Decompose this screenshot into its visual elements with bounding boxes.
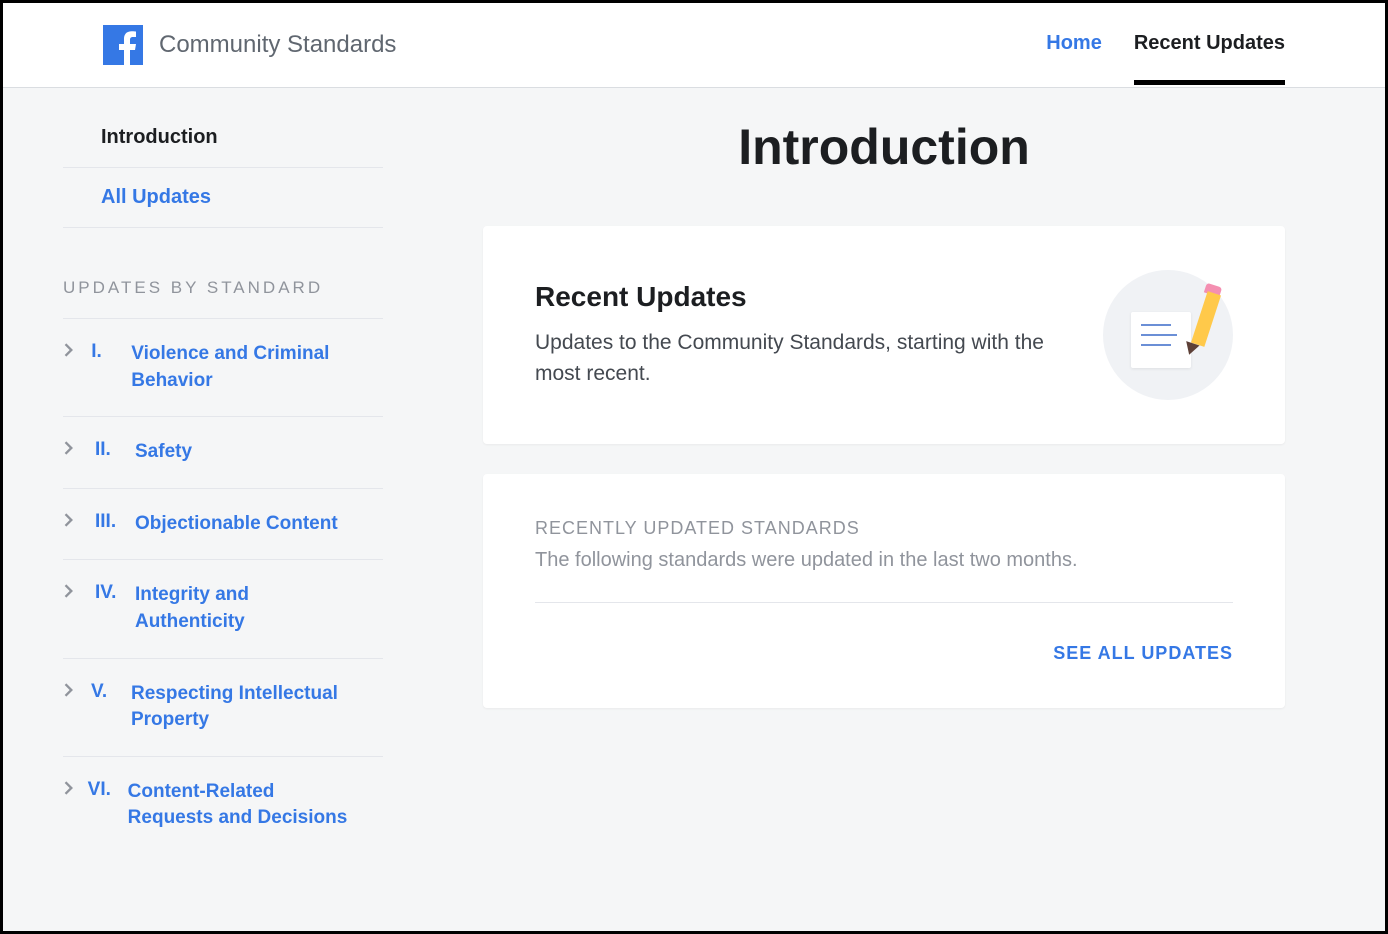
standard-item-integrity[interactable]: IV. Integrity and Authenticity: [63, 560, 383, 658]
standard-label: Safety: [135, 439, 192, 466]
recent-updates-card: Recent Updates Updates to the Community …: [483, 226, 1285, 444]
standard-item-violence[interactable]: I. Violence and Criminal Behavior: [63, 319, 383, 417]
standard-item-ip[interactable]: V. Respecting Intellectual Property: [63, 659, 383, 757]
card-desc: Updates to the Community Standards, star…: [535, 327, 1063, 390]
facebook-logo-icon[interactable]: [103, 25, 143, 65]
sidebar-introduction-label: Introduction: [101, 126, 218, 148]
chevron-right-icon: [63, 584, 83, 603]
header-left: Community Standards: [103, 25, 396, 65]
card-row: Recent Updates Updates to the Community …: [535, 270, 1233, 400]
nav-recent-updates[interactable]: Recent Updates: [1134, 32, 1285, 59]
card-text: Recent Updates Updates to the Community …: [535, 281, 1063, 390]
header-nav: Home Recent Updates: [1046, 32, 1285, 59]
standard-label: Respecting Intellectual Property: [131, 681, 363, 734]
chevron-right-icon: [63, 441, 83, 460]
standard-item-content-requests[interactable]: VI. Content-Related Requests and Decisio…: [63, 757, 383, 854]
notes-pencil-icon: [1103, 270, 1233, 400]
roman-numeral: V.: [91, 681, 127, 703]
recently-updated-card: RECENTLY UPDATED STANDARDS The following…: [483, 474, 1285, 708]
sidebar-all-updates-label: All Updates: [101, 186, 211, 208]
roman-numeral: I.: [91, 341, 127, 363]
chevron-right-icon: [63, 343, 79, 362]
standard-label: Violence and Criminal Behavior: [131, 341, 363, 394]
roman-numeral: III.: [95, 511, 131, 533]
card2-header: RECENTLY UPDATED STANDARDS: [535, 518, 1233, 539]
standard-label: Content-Related Requests and Decisions: [128, 779, 363, 832]
standard-label: Integrity and Authenticity: [135, 582, 363, 635]
site-title: Community Standards: [159, 31, 396, 59]
standard-item-objectionable[interactable]: III. Objectionable Content: [63, 489, 383, 561]
content-area: Introduction All Updates UPDATES BY STAN…: [3, 88, 1385, 931]
standard-item-safety[interactable]: II. Safety: [63, 417, 383, 489]
main-content: Introduction Recent Updates Updates to t…: [403, 88, 1385, 931]
roman-numeral: VI.: [88, 779, 124, 801]
chevron-right-icon: [63, 781, 76, 800]
header: Community Standards Home Recent Updates: [3, 3, 1385, 88]
standard-label: Objectionable Content: [135, 511, 338, 538]
see-all-updates-link[interactable]: SEE ALL UPDATES: [535, 643, 1233, 664]
sidebar-introduction[interactable]: Introduction: [63, 108, 383, 168]
card-title: Recent Updates: [535, 281, 1063, 313]
divider: [535, 602, 1233, 603]
sidebar-all-updates[interactable]: All Updates: [63, 168, 383, 228]
sidebar: Introduction All Updates UPDATES BY STAN…: [3, 88, 403, 931]
chevron-right-icon: [63, 513, 83, 532]
page-title: Introduction: [483, 118, 1285, 176]
chevron-right-icon: [63, 683, 79, 702]
roman-numeral: II.: [95, 439, 131, 461]
card2-desc: The following standards were updated in …: [535, 549, 1233, 572]
sidebar-section-header: UPDATES BY STANDARD: [63, 228, 383, 319]
nav-home[interactable]: Home: [1046, 32, 1102, 59]
roman-numeral: IV.: [95, 582, 131, 604]
